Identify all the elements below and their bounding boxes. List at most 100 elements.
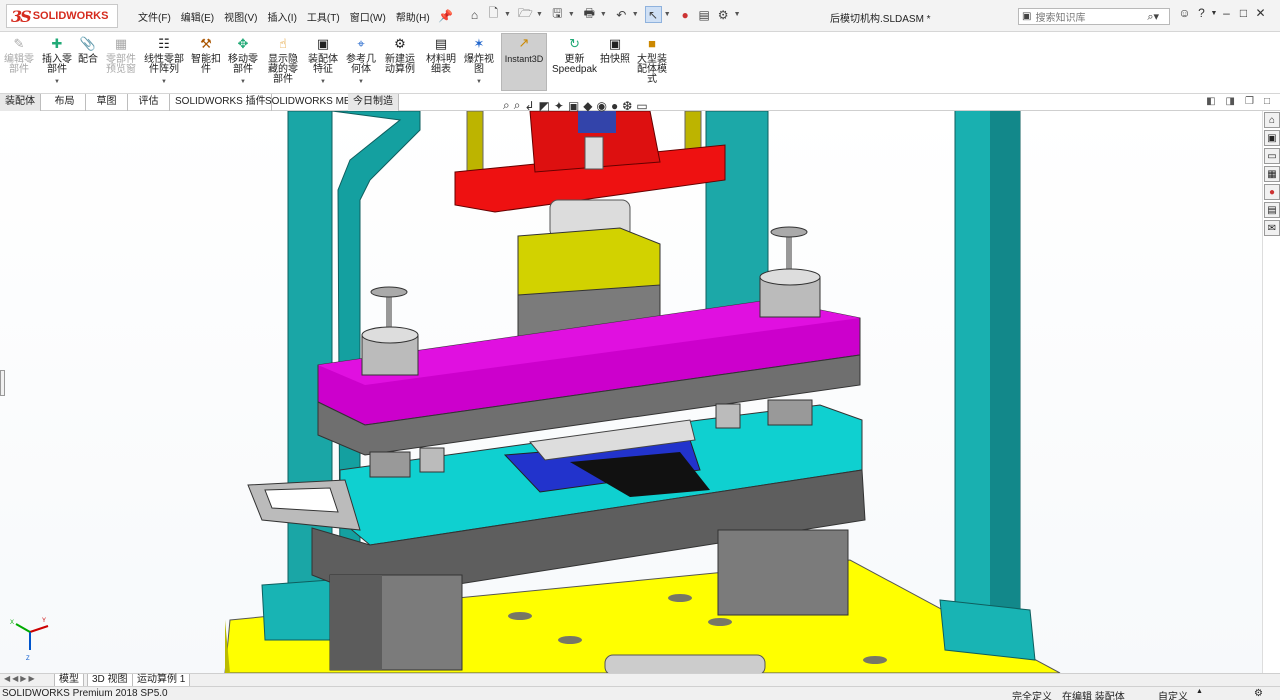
assembly-model[interactable]: Y Z X xyxy=(0,111,1262,673)
insert-part-icon: ✚ xyxy=(51,36,63,51)
ribbon-speedpak[interactable]: ↻ 更新 Speedpak xyxy=(552,35,597,75)
help-icon[interactable]: ? xyxy=(1193,6,1210,20)
doc-restore-icon[interactable]: ❐ xyxy=(1245,96,1254,107)
menu-insert[interactable]: 插入(I) xyxy=(267,9,296,24)
ribbon-explode[interactable]: ✶ 爆炸视 图 ▼ xyxy=(464,35,494,87)
ribbon-ref-geometry[interactable]: ⌖ 参考几 何体 ▼ xyxy=(346,35,376,87)
select-dropdown-icon[interactable]: ▼ xyxy=(664,11,671,18)
save-icon[interactable]: 🖫 xyxy=(549,6,566,23)
home-icon[interactable]: ⌂ xyxy=(466,6,483,23)
design-library-icon[interactable]: ▣ xyxy=(1264,130,1280,146)
chevron-down-icon[interactable]: ▼ xyxy=(476,77,482,87)
undo-dropdown-icon[interactable]: ▼ xyxy=(632,11,639,18)
search-icon[interactable]: ⌕▾ xyxy=(1147,10,1159,24)
pin-menu-icon[interactable]: 📌 xyxy=(438,9,453,23)
forum-icon[interactable]: ✉ xyxy=(1264,220,1280,236)
file-props-icon[interactable]: ▤ xyxy=(696,6,713,23)
user-icon[interactable]: ☺ xyxy=(1176,6,1193,20)
tab-assembly[interactable]: 装配体 xyxy=(0,94,41,111)
new-dropdown-icon[interactable]: ▼ xyxy=(504,11,511,18)
menu-edit[interactable]: 编辑(E) xyxy=(181,9,214,24)
zoom-area-icon[interactable]: ⌕ xyxy=(514,98,521,113)
ribbon-show-hidden[interactable]: ☝ 显示隐 藏的零 部件 xyxy=(268,35,298,85)
maximize-icon[interactable]: □ xyxy=(1235,6,1252,20)
select-arrow-icon[interactable]: ↖ xyxy=(644,6,662,23)
options-dropdown-icon[interactable]: ▼ xyxy=(734,11,741,18)
leg-block-right[interactable] xyxy=(717,529,849,616)
menu-window[interactable]: 窗口(W) xyxy=(350,9,386,24)
ribbon-pattern[interactable]: ☷ 线性零部 件阵列 ▼ xyxy=(144,35,184,87)
chevron-down-icon[interactable]: ▼ xyxy=(161,77,167,87)
view-orientation-icon[interactable]: ▣ xyxy=(568,99,579,113)
zoom-fit-icon[interactable]: ⌕ xyxy=(503,98,510,113)
tab-addins[interactable]: SOLIDWORKS 插件 xyxy=(170,94,272,111)
solidworks-logo[interactable]: 3S SOLIDWORKS xyxy=(6,4,118,28)
chevron-down-icon[interactable]: ▼ xyxy=(320,77,326,87)
dynamic-annotation-icon[interactable]: ✦ xyxy=(554,99,564,113)
view-settings-icon[interactable]: ▭ xyxy=(636,99,647,113)
help-dropdown-icon[interactable]: ▼ xyxy=(1210,10,1218,17)
file-explorer-icon[interactable]: ▭ xyxy=(1264,148,1280,164)
ribbon-bom[interactable]: ▤ 材料明 细表 xyxy=(426,35,456,75)
tab-scroll-icons[interactable]: ◀◀▶▶ xyxy=(4,674,37,683)
section-view-icon[interactable]: ◩ xyxy=(539,99,550,113)
print-dropdown-icon[interactable]: ▼ xyxy=(600,11,607,18)
traffic-light-icon[interactable]: ● xyxy=(677,6,694,23)
chevron-down-icon[interactable]: ▼ xyxy=(358,77,364,87)
feature-tree-flyout-handle[interactable] xyxy=(0,370,5,396)
right-frame-foot[interactable] xyxy=(939,599,1036,661)
chevron-down-icon[interactable]: ▼ xyxy=(54,77,60,87)
ribbon-instant3d[interactable]: ↗ Instant3D xyxy=(501,33,547,91)
scene-icon[interactable]: ❆ xyxy=(622,99,632,113)
custom-properties-icon[interactable]: ▤ xyxy=(1264,202,1280,218)
ribbon-mate[interactable]: 📎 配合 xyxy=(78,35,98,65)
graphics-area[interactable]: Y Z X xyxy=(0,111,1262,673)
menu-tools[interactable]: 工具(T) xyxy=(307,9,340,24)
search-scope-icon: ▣ xyxy=(1022,11,1032,22)
ribbon-edit-part[interactable]: ✎ 编辑零 部件 xyxy=(4,35,34,75)
ribbon-assembly-feature[interactable]: ▣ 装配体 特征 ▼ xyxy=(308,35,338,87)
menu-help[interactable]: 帮助(H) xyxy=(396,9,430,24)
display-style-icon[interactable]: ◆ xyxy=(583,99,592,113)
ribbon-preview[interactable]: ▦ 零部件 预览窗 xyxy=(106,35,136,75)
previous-view-icon[interactable]: ↲ xyxy=(524,99,534,113)
menu-view[interactable]: 视图(V) xyxy=(224,9,257,24)
restore-right-icon[interactable]: ◨ xyxy=(1226,96,1235,107)
ribbon-large-assembly[interactable]: ■ 大型装 配体模 式 xyxy=(637,35,667,85)
tab-sketch[interactable]: 草图 xyxy=(86,94,128,111)
doc-maximize-icon[interactable]: □ xyxy=(1264,96,1270,107)
guide-plate[interactable] xyxy=(705,111,769,332)
ribbon-move-part[interactable]: ✥ 移动零 部件 ▼ xyxy=(228,35,258,87)
units-dropdown-icon[interactable]: ▲ xyxy=(1196,688,1203,695)
appearances-icon[interactable]: ● xyxy=(1264,184,1280,200)
undo-icon[interactable]: ↶ xyxy=(613,6,630,23)
home-icon[interactable]: ⌂ xyxy=(1264,112,1280,128)
units-custom[interactable]: 自定义 xyxy=(1158,688,1188,700)
rebuild-icon[interactable]: ⚙ xyxy=(1254,688,1263,699)
tab-manufacturing[interactable]: 今日制造 xyxy=(348,94,399,111)
search-input[interactable]: 搜索知识库 xyxy=(1035,9,1085,24)
chevron-down-icon[interactable]: ▼ xyxy=(240,77,246,87)
ribbon-insert-part[interactable]: ✚ 插入零 部件 ▼ xyxy=(42,35,72,87)
ribbon-motion-study[interactable]: ⚙ 新建运 动算例 xyxy=(385,35,415,75)
ribbon-snapshot[interactable]: ▣ 拍快照 xyxy=(600,35,630,65)
new-doc-icon[interactable]: 🗋 xyxy=(485,6,502,23)
ribbon-fastener[interactable]: ⚒ 智能扣 件 xyxy=(191,35,221,75)
restore-left-icon[interactable]: ◧ xyxy=(1206,96,1215,107)
minimize-icon[interactable]: – xyxy=(1218,6,1235,20)
edit-appearance-icon[interactable]: ● xyxy=(611,99,618,113)
base-slot xyxy=(604,654,766,673)
tab-layout[interactable]: 布局 xyxy=(44,94,86,111)
menu-file[interactable]: 文件(F) xyxy=(138,9,171,24)
editing-status: 在编辑 装配体 xyxy=(1062,692,1125,700)
gear-icon[interactable]: ⚙ xyxy=(715,6,732,23)
search-box[interactable]: ▣ 搜索知识库 ⌕▾ xyxy=(1018,8,1170,25)
hide-show-icon[interactable]: ◉ xyxy=(597,99,607,113)
open-dropdown-icon[interactable]: ▼ xyxy=(536,11,543,18)
print-icon[interactable]: 🖶 xyxy=(581,6,598,23)
view-palette-icon[interactable]: ▦ xyxy=(1264,166,1280,182)
save-dropdown-icon[interactable]: ▼ xyxy=(568,11,575,18)
tab-evaluate[interactable]: 评估 xyxy=(128,94,170,111)
close-icon[interactable]: ✕ xyxy=(1252,6,1269,20)
open-icon[interactable]: 🗁 xyxy=(517,6,534,23)
